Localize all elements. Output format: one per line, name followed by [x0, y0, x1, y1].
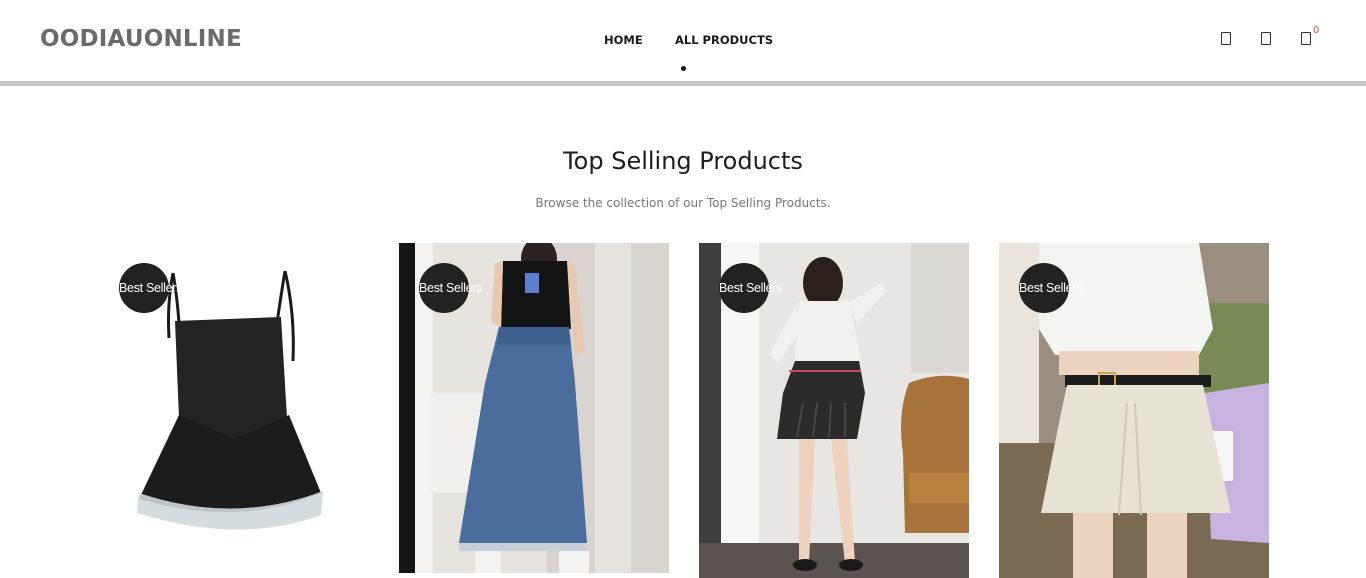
active-nav-indicator: [681, 66, 686, 71]
section-title: Top Selling Products: [563, 147, 803, 175]
product-card[interactable]: Best Sellers: [699, 243, 969, 578]
account-icon[interactable]: [1261, 32, 1271, 45]
product-card[interactable]: Best Sellers: [399, 243, 669, 573]
cart-count-badge: 0: [1313, 25, 1320, 36]
site-logo[interactable]: OODIAUONLINE: [40, 26, 242, 52]
nav-home[interactable]: HOME: [604, 33, 643, 47]
best-seller-badge-label: Best Sellers: [719, 281, 783, 295]
nav-all-products[interactable]: ALL PRODUCTS: [675, 33, 773, 47]
cart-icon[interactable]: [1301, 32, 1311, 45]
product-card[interactable]: Best Sellers: [999, 243, 1269, 578]
product-card[interactable]: Best Sellers: [99, 243, 369, 563]
header-divider: [0, 81, 1366, 86]
best-seller-badge-label: Best Sellers: [1019, 281, 1083, 295]
section-subtitle: Browse the collection of our Top Selling…: [535, 196, 831, 210]
search-icon[interactable]: [1221, 32, 1231, 45]
best-seller-badge-label: Best Sellers: [419, 281, 483, 295]
best-seller-badge-label: Best Sellers: [119, 281, 183, 295]
